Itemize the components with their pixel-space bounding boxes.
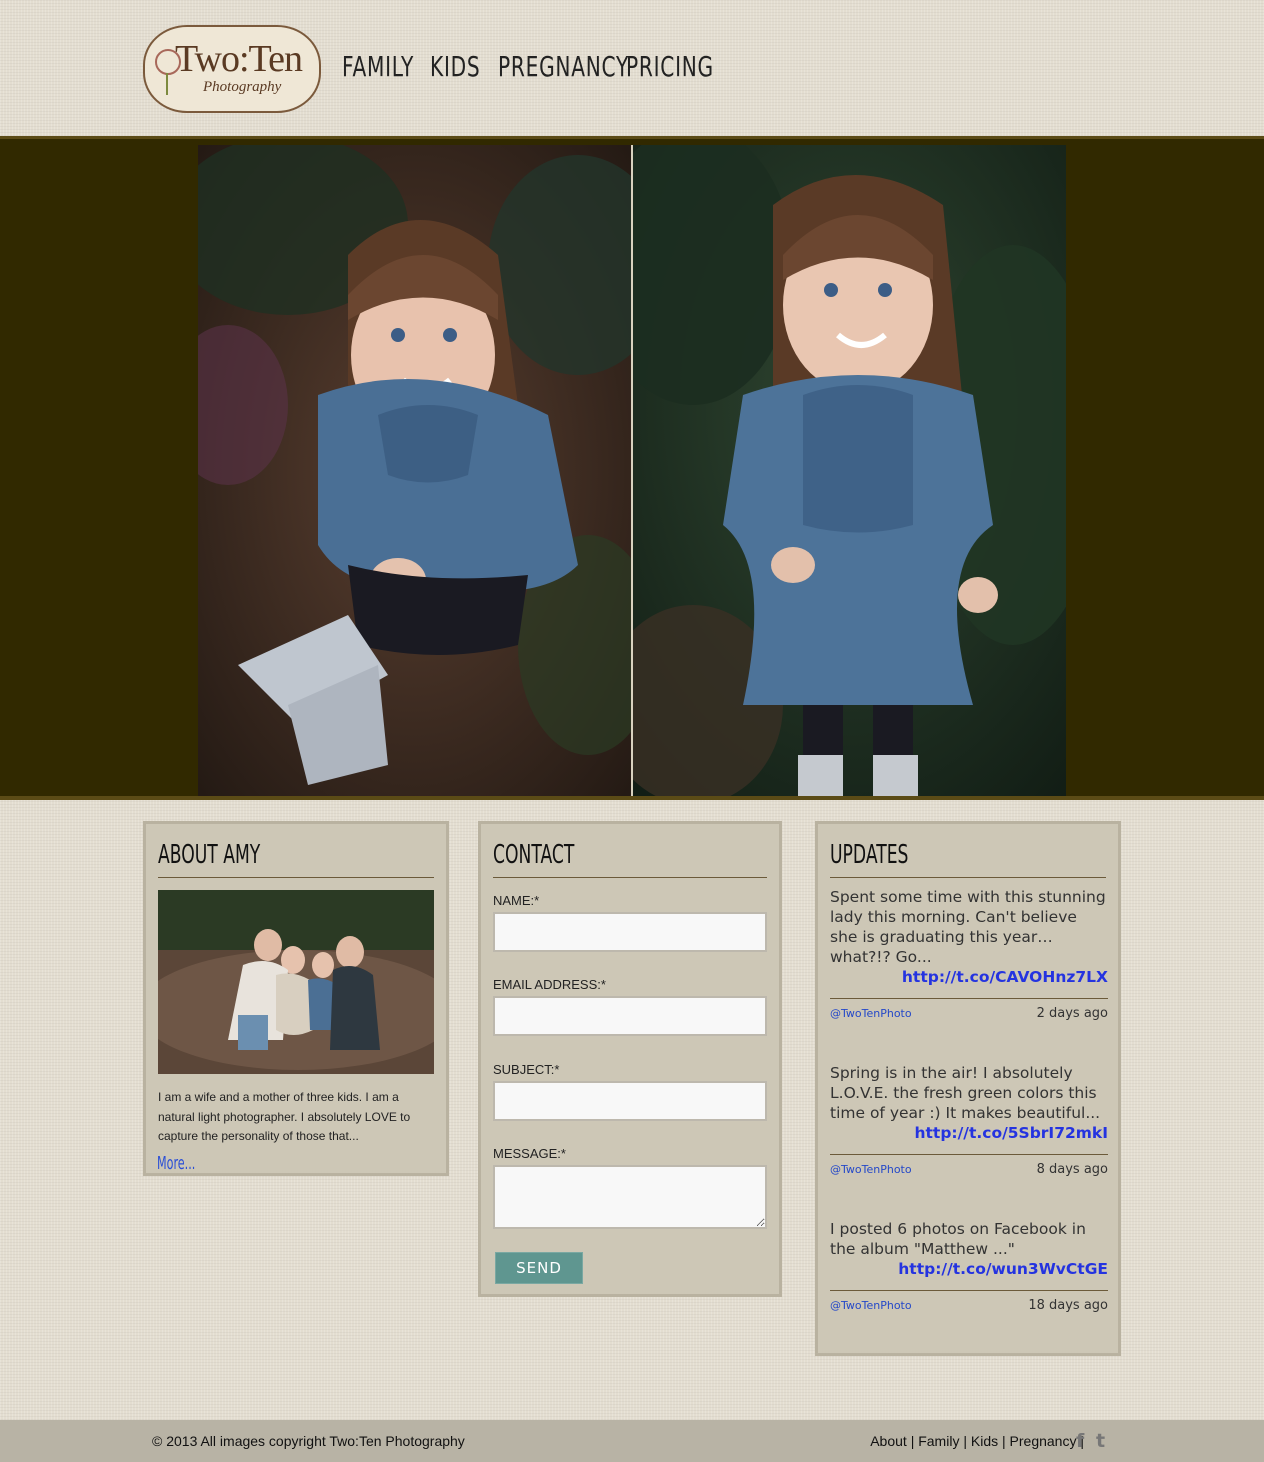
twitter-icon[interactable]: t xyxy=(1096,1431,1105,1451)
email-label: EMAIL ADDRESS:* xyxy=(493,977,606,992)
tweet-text: I posted 6 photos on Facebook in the alb… xyxy=(830,1220,1086,1258)
tweet-handle[interactable]: @TwoTenPhoto xyxy=(830,1299,912,1312)
email-field[interactable] xyxy=(493,996,767,1036)
footer-separator: | xyxy=(910,1433,915,1449)
nav-family[interactable]: FAMILY xyxy=(342,50,414,83)
hero-slideshow xyxy=(0,136,1264,800)
site-footer: © 2013 All images copyright Two:Ten Phot… xyxy=(0,1420,1264,1462)
subject-label: SUBJECT:* xyxy=(493,1062,560,1077)
about-panel: ABOUT AMY I am a wife and a mother of th… xyxy=(143,821,449,1176)
tweet-text: Spent some time with this stunning lady … xyxy=(830,888,1106,966)
footer-link-family[interactable]: Family xyxy=(918,1433,959,1449)
message-field[interactable] xyxy=(493,1165,767,1229)
facebook-icon[interactable]: f xyxy=(1076,1431,1090,1451)
name-label: NAME:* xyxy=(493,893,540,908)
about-more-link[interactable]: More... xyxy=(157,1153,195,1174)
tweet-link[interactable]: http://t.co/CAVOHnz7LX xyxy=(830,967,1108,987)
site-logo[interactable]: Two:Ten Photography xyxy=(143,25,321,113)
updates-panel: UPDATES Spent some time with this stunni… xyxy=(815,821,1121,1356)
logo-stem xyxy=(166,73,168,95)
footer-separator: | xyxy=(1002,1433,1006,1449)
tweet-time: 18 days ago xyxy=(1028,1298,1108,1313)
tweet-item: I posted 6 photos on Facebook in the alb… xyxy=(830,1219,1108,1317)
tweet-item: Spent some time with this stunning lady … xyxy=(830,887,1108,1025)
nav-pregnancy[interactable]: PREGNANCY xyxy=(498,50,629,83)
logo-title: Two:Ten xyxy=(175,38,303,80)
footer-separator: | xyxy=(963,1433,967,1449)
about-divider xyxy=(158,877,434,878)
tweet-time: 8 days ago xyxy=(1036,1162,1108,1177)
tweet-link[interactable]: http://t.co/5SbrI72mkI xyxy=(830,1123,1108,1143)
tweet-handle[interactable]: @TwoTenPhoto xyxy=(830,1007,912,1020)
site-header: Two:Ten Photography FAMILY KIDS PREGNANC… xyxy=(0,0,1264,136)
about-title: ABOUT AMY xyxy=(158,840,261,870)
nav-pricing[interactable]: PRICING xyxy=(626,50,714,83)
about-family-photo xyxy=(158,890,434,1074)
contact-panel: CONTACT NAME:* EMAIL ADDRESS:* SUBJECT:*… xyxy=(478,821,782,1297)
contact-title: CONTACT xyxy=(493,840,575,870)
footer-link-kids[interactable]: Kids xyxy=(971,1433,998,1449)
tweet-handle[interactable]: @TwoTenPhoto xyxy=(830,1163,912,1176)
name-field[interactable] xyxy=(493,912,767,952)
tweet-item: Spring is in the air! I absolutely L.O.V… xyxy=(830,1063,1108,1181)
tweet-time: 2 days ago xyxy=(1036,1006,1108,1021)
footer-links: About | Family | Kids | Pregnancy | xyxy=(870,1433,1084,1449)
nav-kids[interactable]: KIDS xyxy=(430,50,480,83)
tweet-text: Spring is in the air! I absolutely L.O.V… xyxy=(830,1064,1101,1122)
updates-title: UPDATES xyxy=(830,840,909,870)
subject-field[interactable] xyxy=(493,1081,767,1121)
tweet-link[interactable]: http://t.co/wun3WvCtGE xyxy=(830,1259,1108,1279)
message-label: MESSAGE:* xyxy=(493,1146,566,1161)
send-button[interactable]: SEND xyxy=(495,1252,583,1284)
hero-photo-right[interactable] xyxy=(633,145,1066,796)
logo-subtitle: Photography xyxy=(203,79,282,95)
copyright-text: © 2013 All images copyright Two:Ten Phot… xyxy=(152,1433,465,1449)
updates-divider xyxy=(830,877,1106,878)
footer-link-pregnancy[interactable]: Pregnancy xyxy=(1010,1433,1077,1449)
hero-photo-left[interactable] xyxy=(198,145,631,796)
about-text: I am a wife and a mother of three kids. … xyxy=(158,1090,411,1143)
contact-divider xyxy=(493,877,767,878)
footer-link-about[interactable]: About xyxy=(870,1433,907,1449)
